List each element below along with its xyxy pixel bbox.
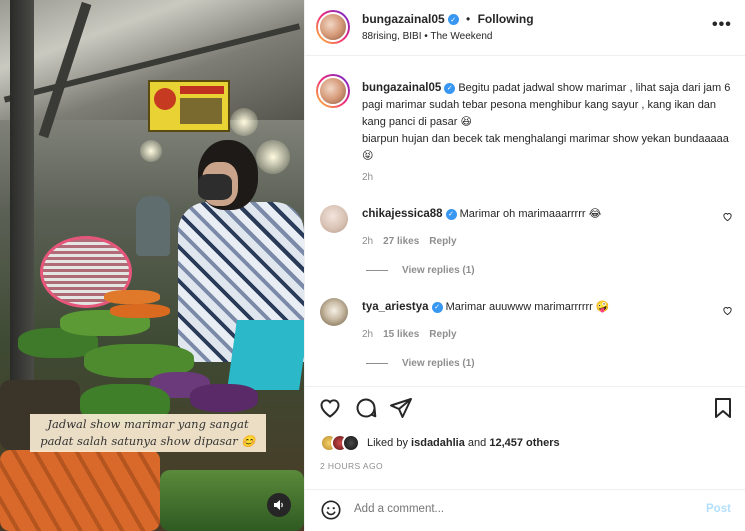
mute-toggle-button[interactable] [267,493,291,517]
commenter-avatar[interactable] [320,205,348,233]
background-person [136,196,170,256]
liker-avatar [342,434,360,452]
verified-badge-icon: ✓ [444,82,456,94]
comment-button[interactable] [354,396,378,420]
emoji-button[interactable] [320,499,342,524]
liked-by-others[interactable]: 12,457 others [489,437,559,449]
post-timestamp[interactable]: 2 HOURS AGO [320,461,383,471]
carrot [110,304,170,318]
header-user-row: bungazainal05 ✓ • Following [362,12,534,26]
post-caption: bungazainal05 ✓ Begitu padat jadwal show … [362,80,734,165]
ceiling-light [140,140,162,162]
comment-username[interactable]: tya_ariestya [362,301,429,313]
comment-text: Marimar oh marimaaarrrrr 😂 [459,208,602,220]
comment-time[interactable]: 2h [362,236,373,247]
carrot-pile [0,450,160,531]
video-caption-overlay: Jadwal show marimar yang sangat padat sa… [30,414,266,452]
comment: tya_ariestya ✓ Marimar auuwww marimarrrrr… [362,300,610,313]
post-comment-button[interactable]: Post [706,503,731,515]
comment-username[interactable]: chikajessica88 [362,208,443,220]
audio-artist: 88rising, BIBI [362,31,422,42]
comment: chikajessica88 ✓ Marimar oh marimaaarrrrr… [362,207,601,220]
heart-icon [723,213,732,222]
carrot [104,290,160,304]
shop-sign [148,80,230,132]
comment-meta: 2h 15 likes Reply [362,329,457,340]
post-header [305,0,745,56]
comment-meta: 2h 27 likes Reply [362,236,457,247]
liked-by-text[interactable]: Liked by isdadahlia and 12,457 others [367,437,560,449]
blue-tarp [227,320,304,390]
smiley-icon [321,500,341,520]
add-comment-input[interactable] [354,503,654,515]
replies-divider [366,362,388,364]
video-caption-line-1: Jadwal show marimar yang sangat [47,417,249,431]
commenter-avatar[interactable] [320,298,348,326]
save-button[interactable] [711,396,735,420]
speaker-icon [274,500,283,510]
caption-text-2: biarpun hujan dan becek tak menghalangi … [362,133,729,162]
caption-author-avatar[interactable] [316,74,350,108]
comment-like-button[interactable] [722,211,733,225]
comment-text: Marimar auuwww marimarrrrrr 🤪 [445,301,610,313]
post-video[interactable]: Jadwal show marimar yang sangat padat sa… [0,0,304,531]
video-caption-line-2: padat salah satunya show dipasar 😊 [40,434,256,448]
eggplant [190,384,258,412]
audio-track: The Weekend [430,31,493,42]
liked-by-prefix: Liked by [367,437,408,449]
heart-icon [320,399,340,418]
reply-button[interactable]: Reply [429,236,456,247]
header-separator: • [466,12,471,26]
heart-icon [723,307,732,316]
caption-time[interactable]: 2h [362,172,373,183]
verified-badge-icon: ✓ [447,14,459,26]
ceiling-light [230,108,258,136]
liked-by-row: Liked by isdadahlia and 12,457 others [320,434,560,452]
post-dialog: Jadwal show marimar yang sangat padat sa… [0,0,745,531]
view-replies-button[interactable]: View replies (1) [366,358,475,369]
replies-divider [366,269,388,271]
audio-attribution[interactable]: 88rising, BIBI • The Weekend [362,31,492,42]
caption-username[interactable]: bungazainal05 [362,82,441,94]
like-button[interactable] [318,396,342,420]
liked-by-middle: and [467,437,487,449]
verified-badge-icon: ✓ [431,301,443,313]
verified-badge-icon: ✓ [445,208,457,220]
author-avatar[interactable] [316,10,350,44]
reply-button[interactable]: Reply [429,329,456,340]
share-button[interactable] [389,396,413,420]
comment-like-button[interactable] [722,305,733,319]
liked-by-user[interactable]: isdadahlia [411,437,465,449]
comment-time[interactable]: 2h [362,329,373,340]
more-options-button[interactable]: ••• [712,16,732,34]
paper-plane-icon [390,398,412,418]
view-replies-label: View replies (1) [402,265,475,276]
view-replies-button[interactable]: View replies (1) [366,265,475,276]
comment-icon [356,398,377,418]
comment-likes-count[interactable]: 15 likes [383,329,419,340]
bookmark-icon [715,398,731,418]
following-button[interactable]: Following [478,12,534,26]
author-username[interactable]: bungazainal05 [362,12,445,26]
view-replies-label: View replies (1) [402,358,475,369]
audio-separator: • [424,31,428,42]
comment-likes-count[interactable]: 27 likes [383,236,419,247]
